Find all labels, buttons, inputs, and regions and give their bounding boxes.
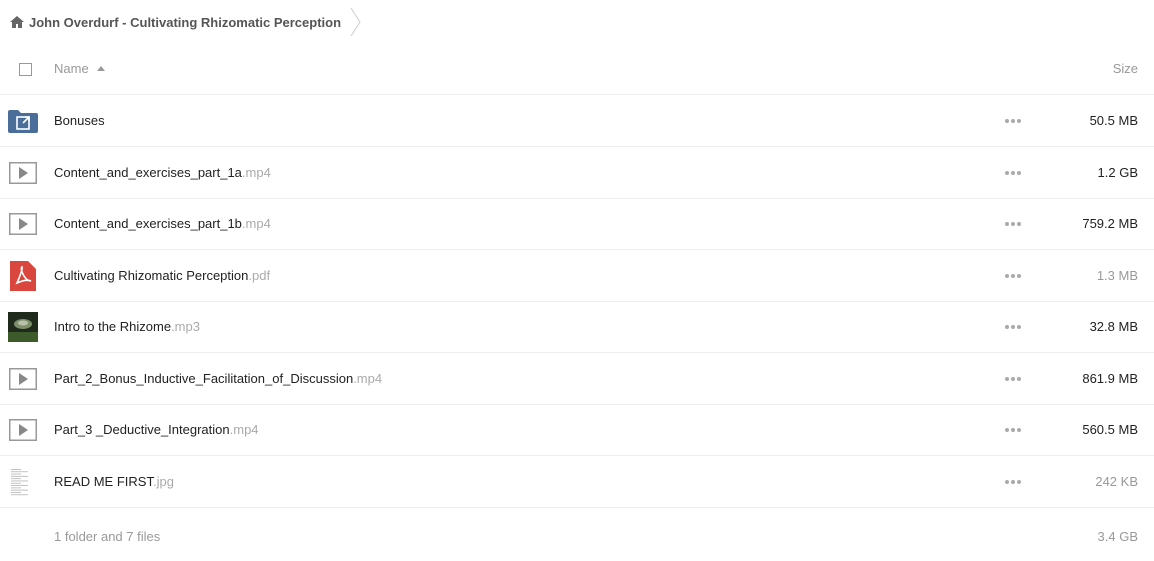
file-extension: .mp4 — [241, 216, 271, 231]
breadcrumb: John Overdurf - Cultivating Rhizomatic P… — [0, 0, 1154, 44]
image-thumbnail-icon — [8, 465, 38, 498]
shared-folder-icon — [8, 105, 38, 137]
file-size: 759.2 MB — [1082, 216, 1138, 231]
file-size: 242 KB — [1095, 473, 1138, 489]
file-basename: Part_3 _Deductive_Integration — [54, 422, 230, 437]
audio-thumbnail-icon — [8, 311, 38, 343]
size-column-header[interactable]: Size — [1113, 61, 1138, 76]
more-actions-icon[interactable] — [1005, 426, 1023, 434]
name-column-label: Name — [54, 61, 89, 76]
file-size: 50.5 MB — [1089, 113, 1138, 128]
breadcrumb-home-link[interactable]: John Overdurf - Cultivating Rhizomatic P… — [0, 0, 359, 44]
file-extension: .jpg — [152, 473, 174, 489]
file-basename: READ ME FIRST — [54, 473, 153, 489]
file-extension: .mp4 — [229, 422, 259, 437]
file-basename: Part_2_Bonus_Inductive_Facilitation_of_D… — [54, 370, 354, 386]
video-file-icon — [8, 363, 38, 395]
video-file-icon — [8, 414, 38, 446]
file-row[interactable]: Part_2_Bonus_Inductive_Facilitation_of_D… — [0, 353, 1154, 405]
file-row[interactable]: Bonuses 50.5 MB — [0, 95, 1154, 147]
file-row[interactable]: Intro to the Rhizome.mp3 32.8 MB — [0, 301, 1154, 353]
more-actions-icon[interactable] — [1005, 272, 1023, 280]
file-extension: .mp3 — [171, 319, 200, 334]
home-icon — [9, 14, 25, 30]
video-file-icon — [8, 157, 38, 189]
more-actions-icon[interactable] — [1005, 478, 1023, 486]
select-all-checkbox[interactable] — [19, 63, 32, 76]
file-name-link[interactable]: Content_and_exercises_part_1a.mp4 — [54, 147, 271, 198]
file-size: 1.3 MB — [1096, 267, 1138, 283]
pdf-file-icon — [8, 260, 38, 292]
sort-ascending-icon — [96, 66, 105, 71]
breadcrumb-separator-icon — [350, 8, 361, 36]
file-list-header: Name Size — [0, 44, 1154, 95]
file-name-link[interactable]: READ ME FIRST.jpg — [54, 456, 174, 507]
file-basename: Content_and_exercises_part_1b — [54, 216, 242, 231]
file-row[interactable]: READ ME FIRST.jpg 242 KB — [0, 456, 1154, 508]
file-row[interactable]: Content_and_exercises_part_1b.mp4 759.2 M… — [0, 198, 1154, 250]
file-extension: .pdf — [248, 267, 271, 283]
file-count-summary: 1 folder and 7 files — [54, 529, 161, 544]
file-extension: .mp4 — [241, 164, 271, 180]
file-size: 32.8 MB — [1089, 319, 1138, 334]
file-name-link[interactable]: Intro to the Rhizome.mp3 — [54, 301, 200, 352]
total-size: 3.4 GB — [1097, 529, 1138, 544]
file-row[interactable]: Cultivating Rhizomatic Perception.pdf 1.3… — [0, 250, 1154, 302]
file-name-link[interactable]: Part_2_Bonus_Inductive_Facilitation_of_D… — [54, 353, 382, 404]
file-size: 560.5 MB — [1082, 422, 1138, 437]
file-name-link[interactable]: Part_3 _Deductive_Integration.mp4 — [54, 404, 259, 455]
video-file-icon — [8, 208, 38, 240]
file-name-link[interactable]: Bonuses — [54, 95, 105, 146]
more-actions-icon[interactable] — [1005, 323, 1023, 331]
file-basename: Intro to the Rhizome — [54, 319, 172, 334]
file-list-summary: 1 folder and 7 files 3.4 GB — [0, 513, 1154, 561]
more-actions-icon[interactable] — [1005, 169, 1023, 177]
file-name-link[interactable]: Content_and_exercises_part_1b.mp4 — [54, 198, 271, 249]
file-name-link[interactable]: Cultivating Rhizomatic Perception.pdf — [54, 250, 270, 301]
file-basename: Cultivating Rhizomatic Perception — [54, 267, 249, 283]
file-size: 861.9 MB — [1082, 370, 1138, 386]
file-row[interactable]: Content_and_exercises_part_1a.mp4 1.2 GB — [0, 147, 1154, 199]
file-basename: Bonuses — [54, 113, 105, 128]
file-basename: Content_and_exercises_part_1a — [54, 164, 242, 180]
name-column-header[interactable]: Name — [54, 61, 105, 76]
breadcrumb-folder-name: John Overdurf - Cultivating Rhizomatic P… — [29, 14, 342, 30]
file-extension: .mp4 — [353, 370, 383, 386]
file-row[interactable]: Part_3 _Deductive_Integration.mp4 560.5 M… — [0, 404, 1154, 456]
more-actions-icon[interactable] — [1005, 375, 1023, 383]
more-actions-icon[interactable] — [1005, 117, 1023, 125]
file-size: 1.2 GB — [1097, 164, 1138, 180]
more-actions-icon[interactable] — [1005, 220, 1023, 228]
